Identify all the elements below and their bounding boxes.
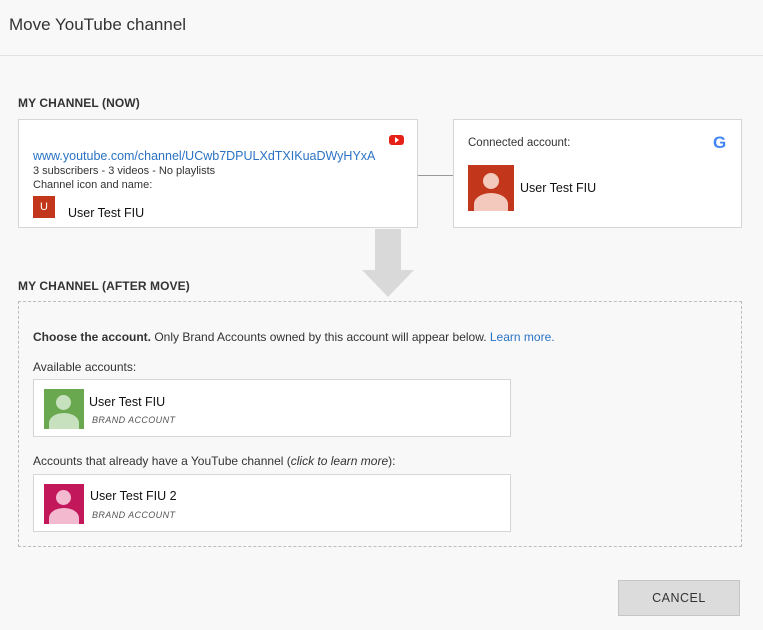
existing-accounts-label[interactable]: Accounts that already have a YouTube cha… [33,454,395,468]
connected-account-label: Connected account: [468,137,571,149]
channel-stats: 3 subscribers - 3 videos - No playlists [33,165,216,177]
after-section-title: MY CHANNEL (AFTER MOVE) [18,279,190,293]
channel-url-link[interactable]: www.youtube.com/channel/UCwb7DPULXdTXIKu… [33,149,375,163]
cancel-button[interactable]: CANCEL [618,580,740,616]
account-type: BRAND ACCOUNT [92,510,176,520]
account-type: BRAND ACCOUNT [92,415,176,425]
learn-more-link[interactable]: Learn more. [490,330,555,344]
connector-line [418,175,454,176]
account-name: User Test FIU [89,395,166,409]
google-logo-icon: G [713,133,727,152]
current-channel-card: www.youtube.com/channel/UCwb7DPULXdTXIKu… [18,119,418,228]
current-section-title: MY CHANNEL (NOW) [18,96,140,110]
channel-name: User Test FIU [68,206,145,220]
available-accounts-label: Available accounts: [33,360,137,374]
account-option[interactable]: User Test FIU BRAND ACCOUNT [33,379,511,437]
avatar [44,389,84,429]
channel-avatar: U [33,196,55,218]
channel-icon-label: Channel icon and name: [33,179,153,191]
avatar [44,484,84,524]
choose-account-text: Choose the account. Only Brand Accounts … [33,330,555,344]
connected-account-name: User Test FIU [520,181,597,195]
dialog-header: Move YouTube channel [0,0,763,56]
down-arrow-head-icon [362,270,414,297]
connected-account-card: Connected account: G User Test FIU [453,119,742,228]
avatar [468,165,514,211]
after-move-panel: Choose the account. Only Brand Accounts … [18,301,742,547]
existing-account-option[interactable]: User Test FIU 2 BRAND ACCOUNT [33,474,511,532]
dialog-title: Move YouTube channel [9,15,187,34]
account-name: User Test FIU 2 [90,489,177,503]
youtube-logo-icon [389,135,404,145]
down-arrow-icon [375,229,401,271]
